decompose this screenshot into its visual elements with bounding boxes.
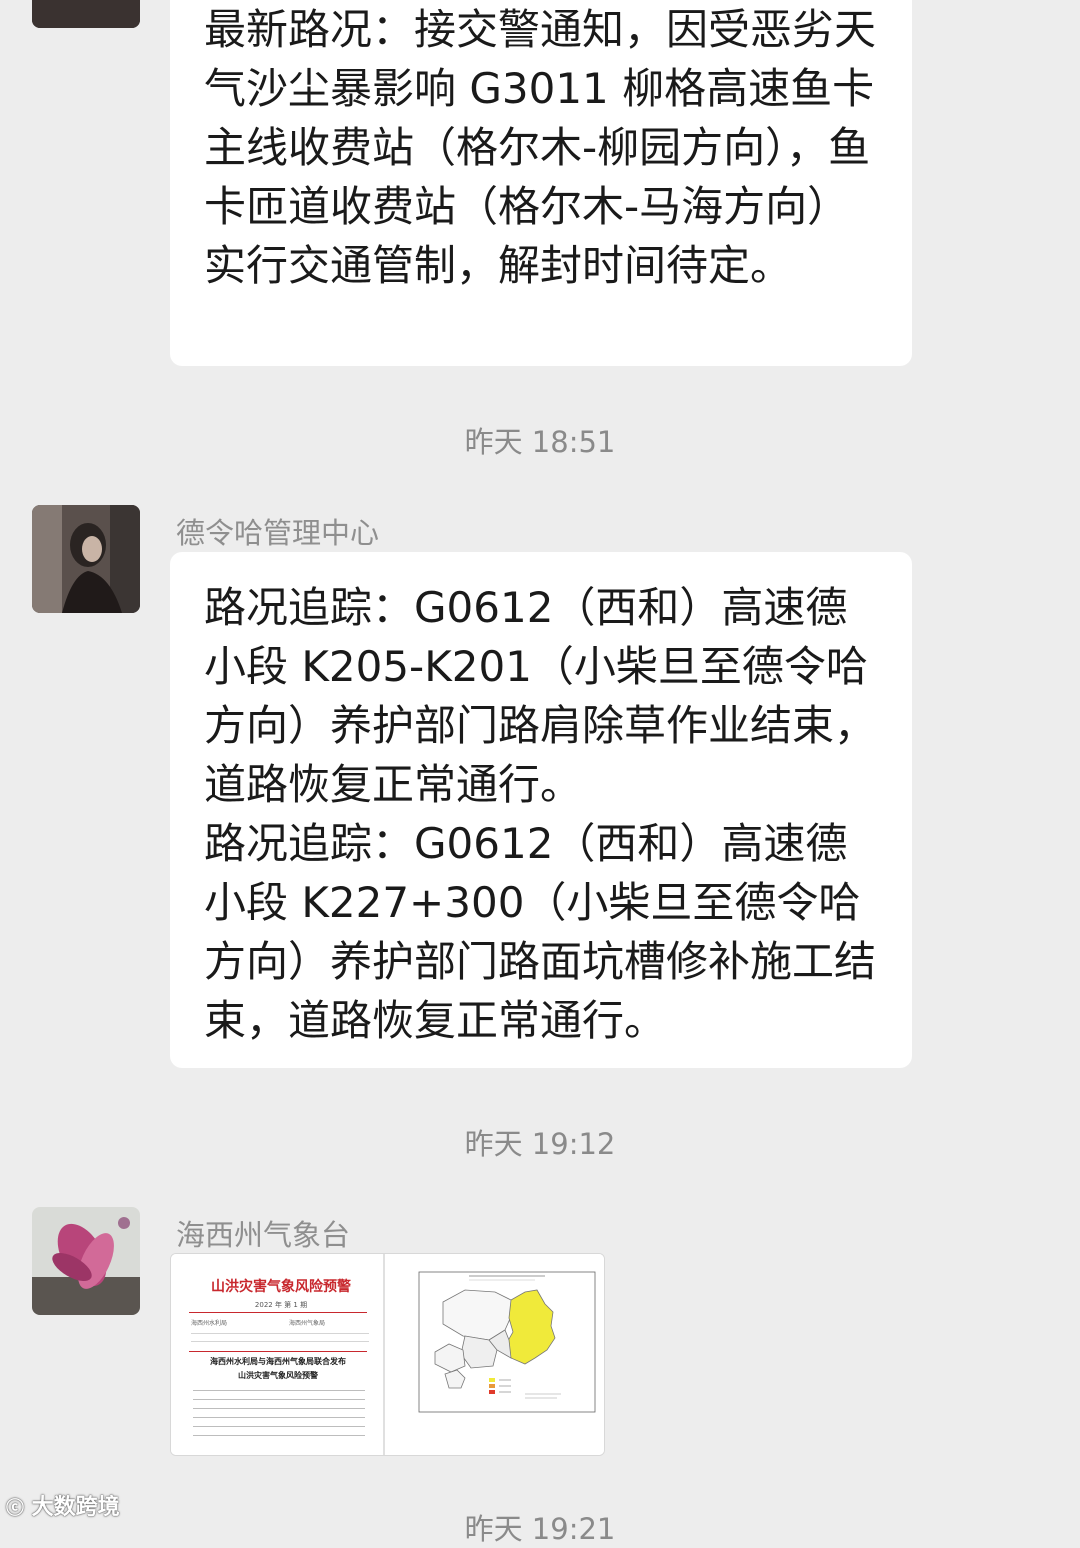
chat-timestamp: 昨天 18:51 bbox=[464, 425, 616, 459]
sender-avatar[interactable] bbox=[32, 1207, 140, 1315]
chat-timestamp: 昨天 19:12 bbox=[464, 1127, 616, 1161]
document-page-right bbox=[385, 1254, 604, 1455]
message-bubble[interactable]: 路况追踪：G0612（西和）高速德小段 K205-K201（小柴旦至德令哈方向）… bbox=[170, 552, 912, 1068]
document-heading: 海西州水利局与海西州气象局联合发布 bbox=[210, 1357, 346, 1366]
watermark-text: 大数跨境 bbox=[31, 1495, 120, 1520]
watermark: ⓒ 大数跨境 bbox=[6, 1489, 120, 1521]
document-meta-lines bbox=[191, 1330, 369, 1348]
document-subheading: 山洪灾害气象风险预警 bbox=[238, 1371, 318, 1380]
document-title: 山洪灾害气象风险预警 bbox=[211, 1279, 351, 1295]
document-page-left: 山洪灾害气象风险预警 2022 年 第 1 期 海西州水利局 海西州气象局 海西… bbox=[171, 1254, 384, 1455]
sender-name: 德令哈管理中心 bbox=[176, 516, 380, 550]
sender-name: 海西州气象台 bbox=[176, 1218, 351, 1252]
message-paragraph: 路况追踪：G0612（西和）高速德小段 K227+300（小柴旦至德令哈方向）养… bbox=[204, 819, 877, 1045]
avatar-photo bbox=[32, 505, 140, 613]
message-paragraph: 路况追踪：G0612（西和）高速德小段 K205-K201（小柴旦至德令哈方向）… bbox=[204, 583, 877, 809]
sender-avatar[interactable] bbox=[32, 505, 140, 613]
document-divider bbox=[189, 1351, 367, 1352]
document-body-lines bbox=[193, 1386, 365, 1442]
document-issue: 2022 年 第 1 期 bbox=[254, 1301, 308, 1309]
avatar-photo bbox=[32, 1207, 140, 1315]
sender-avatar[interactable] bbox=[32, 0, 140, 28]
watermark-logo-icon: ⓒ bbox=[6, 1498, 24, 1519]
message-text: 最新路况：接交警通知，因受恶劣天气沙尘暴影响 G3011 柳格高速鱼卡主线收费站… bbox=[204, 5, 877, 290]
document-issuer-left: 海西州水利局 bbox=[191, 1320, 228, 1327]
avatar-photo bbox=[32, 0, 140, 28]
chat-timestamp: 昨天 19:21 bbox=[464, 1512, 616, 1546]
document-attachment[interactable]: 山洪灾害气象风险预警 2022 年 第 1 期 海西州水利局 海西州气象局 海西… bbox=[170, 1253, 605, 1456]
document-divider bbox=[189, 1312, 367, 1313]
warning-map bbox=[418, 1271, 596, 1413]
document-issuer-right: 海西州气象局 bbox=[289, 1320, 326, 1327]
message-bubble[interactable]: 最新路况：接交警通知，因受恶劣天气沙尘暴影响 G3011 柳格高速鱼卡主线收费站… bbox=[170, 0, 912, 366]
